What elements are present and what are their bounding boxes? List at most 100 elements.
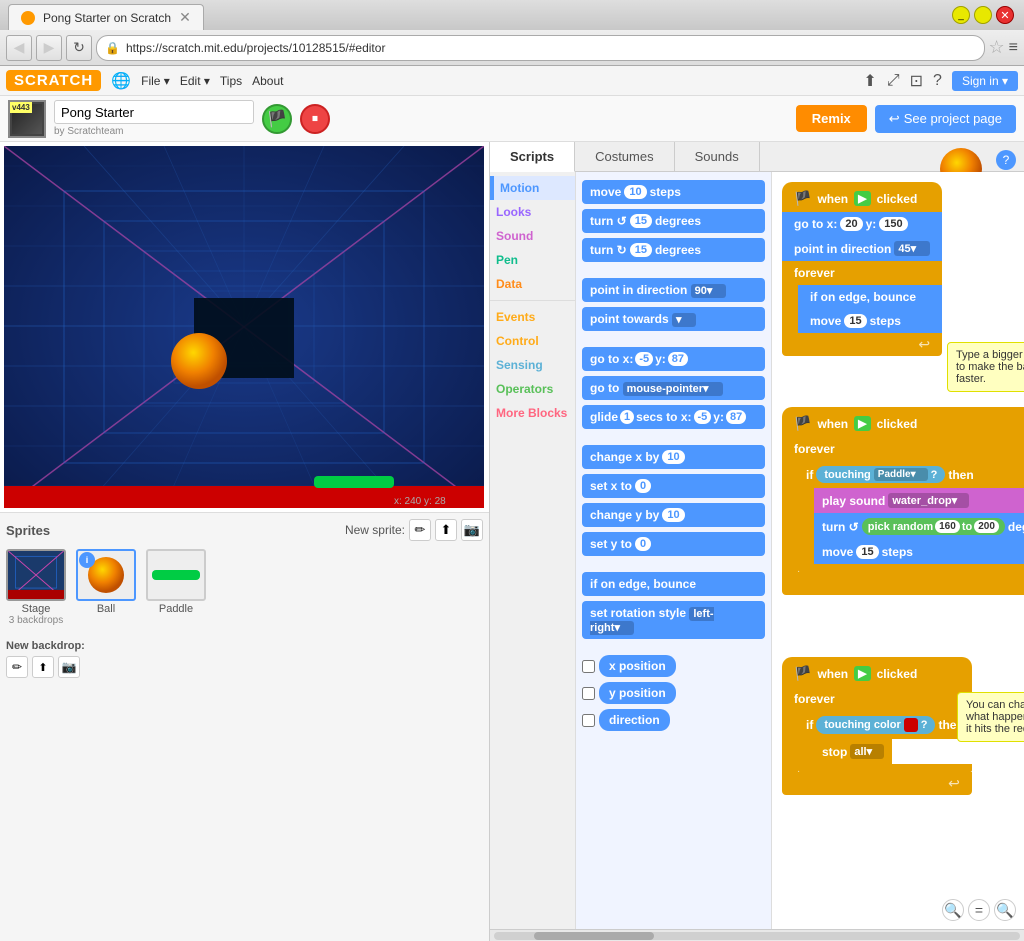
paddle-sprite-item[interactable]: Paddle (146, 549, 206, 615)
category-sound[interactable]: Sound (490, 224, 575, 248)
fullscreen-icon[interactable]: ⤢ (887, 72, 900, 90)
zoom-controls: 🔍 = 🔍 (942, 899, 1016, 921)
tab-costumes[interactable]: Costumes (575, 142, 675, 171)
sign-in-button[interactable]: Sign in ▾ (952, 71, 1018, 91)
zoom-out-button[interactable]: 🔍 (994, 899, 1016, 921)
flag-hat-icon-1: 🏴 (794, 190, 811, 207)
lock-icon: 🔒 (105, 41, 120, 55)
menu-file[interactable]: File ▾ (141, 74, 170, 88)
camera-sprite-button[interactable]: 📷 (461, 519, 483, 541)
block-goto-mouse[interactable]: go to mouse-pointer▾ (582, 376, 765, 400)
help-button[interactable]: ? (996, 150, 1016, 170)
upload-icon[interactable]: ⬆ (863, 71, 876, 91)
see-project-button[interactable]: ↩ See project page (875, 105, 1016, 133)
categories-panel: Motion Looks Sound Pen Data Events Contr… (490, 172, 576, 929)
tab-scripts[interactable]: Scripts (490, 142, 575, 172)
category-operators[interactable]: Operators (490, 377, 575, 401)
y-position-check[interactable] (582, 687, 595, 700)
camera-backdrop-button[interactable]: 📷 (58, 656, 80, 678)
help-icon[interactable]: ? (933, 72, 942, 90)
block-point-direction[interactable]: point in direction 90▾ (582, 278, 765, 302)
tab-favicon (21, 11, 35, 25)
block-glide[interactable]: glide 1 secs to x: -5 y: 87 (582, 405, 765, 429)
category-sensing[interactable]: Sensing (490, 353, 575, 377)
stop-button[interactable]: ⏹ (300, 104, 330, 134)
see-project-icon: ↩ (889, 111, 900, 127)
new-backdrop-label: New backdrop: (6, 640, 85, 652)
block-change-y[interactable]: change y by 10 (582, 503, 765, 527)
block-move-steps[interactable]: move 10 steps (582, 180, 765, 204)
sprites-title: Sprites (6, 523, 50, 538)
tab-title: Pong Starter on Scratch (43, 11, 171, 25)
paddle-sprite-name: Paddle (159, 603, 193, 615)
blocks-list: move 10 steps turn ↺ 15 degrees turn ↻ 1… (576, 172, 772, 929)
project-author: by Scratchteam (54, 126, 254, 137)
stage-area: x: 240 y: 28 (4, 146, 484, 508)
browser-tab[interactable]: Pong Starter on Scratch ✕ (8, 4, 204, 30)
upload-sprite-button[interactable]: ⬆ (435, 519, 457, 541)
stage-backdrops: 3 backdrops (9, 615, 63, 626)
bookmark-icon[interactable]: ☆ (989, 37, 1005, 58)
block-goto-xy[interactable]: go to x: -5 y: 87 (582, 347, 765, 371)
zoom-in-button[interactable]: 🔍 (942, 899, 964, 921)
new-sprite-label: New sprite: (345, 523, 405, 537)
block-change-x[interactable]: change x by 10 (582, 445, 765, 469)
direction-check[interactable] (582, 714, 595, 727)
minimize-button[interactable]: _ (952, 6, 970, 24)
block-turn-ccw[interactable]: turn ↺ 15 degrees (582, 209, 765, 233)
scratch-logo[interactable]: SCRATCH (6, 70, 101, 91)
script-canvas[interactable]: 🏴 when ▶ clicked go to x: 20 y: 150 (772, 172, 1024, 929)
green-flag-button[interactable]: 🏴 (262, 104, 292, 134)
tab-close-icon[interactable]: ✕ (179, 9, 191, 26)
upload-backdrop-button[interactable]: ⬆ (32, 656, 54, 678)
flag-icon: 🏴 (267, 109, 287, 129)
stage-name: Stage (22, 603, 51, 615)
stage-svg: x: 240 y: 28 (4, 146, 484, 508)
tab-sounds[interactable]: Sounds (675, 142, 760, 171)
menu-icon[interactable]: ≡ (1009, 39, 1018, 57)
block-x-position[interactable]: x position (599, 655, 676, 677)
address-bar-text[interactable]: https://scratch.mit.edu/projects/1012851… (126, 41, 976, 55)
script-scrollbar[interactable] (490, 929, 1024, 941)
menu-about[interactable]: About (252, 74, 283, 88)
reload-button[interactable]: ↻ (66, 35, 92, 61)
globe-icon[interactable]: 🌐 (111, 71, 131, 91)
menu-edit[interactable]: Edit ▾ (180, 74, 210, 88)
stop-icon: ⏹ (312, 111, 318, 126)
category-looks[interactable]: Looks (490, 200, 575, 224)
block-set-y[interactable]: set y to 0 (582, 532, 765, 556)
category-events[interactable]: Events (490, 305, 575, 329)
block-turn-cw[interactable]: turn ↻ 15 degrees (582, 238, 765, 262)
paint-sprite-button[interactable]: ✏ (409, 519, 431, 541)
theater-icon[interactable]: ⊡ (910, 71, 923, 91)
category-pen[interactable]: Pen (490, 248, 575, 272)
script-note-1: Type a bigger number to make the ball go… (947, 342, 1024, 392)
paint-backdrop-button[interactable]: ✏ (6, 656, 28, 678)
script-group-2: 🏴 when ▶ clicked forever (782, 407, 1024, 595)
block-direction[interactable]: direction (599, 709, 670, 731)
ball-sprite-name: Ball (97, 603, 115, 615)
menu-tips[interactable]: Tips (220, 74, 242, 88)
category-motion[interactable]: Motion (490, 176, 575, 200)
block-y-position[interactable]: y position (599, 682, 676, 704)
block-point-towards[interactable]: point towards ▾ (582, 307, 765, 331)
block-if-on-edge[interactable]: if on edge, bounce (582, 572, 765, 596)
block-set-x[interactable]: set x to 0 (582, 474, 765, 498)
zoom-reset-button[interactable]: = (968, 899, 990, 921)
block-rotation-style[interactable]: set rotation style left-right▾ (582, 601, 765, 639)
script-group-3: 🏴 when ▶ clicked forever if touching col… (782, 657, 972, 795)
remix-button[interactable]: Remix (796, 105, 867, 132)
maximize-button[interactable] (974, 6, 992, 24)
flag-icon-1: ▶ (854, 191, 870, 206)
stage-sprite-item[interactable]: Stage 3 backdrops (6, 549, 66, 626)
forward-button[interactable]: ▶ (36, 35, 62, 61)
project-name-input[interactable] (54, 100, 254, 124)
category-control[interactable]: Control (490, 329, 575, 353)
ball-sprite-item[interactable]: i (76, 549, 136, 615)
category-data[interactable]: Data (490, 272, 575, 296)
sprite-thumbnail: v443 (8, 100, 46, 138)
x-position-check[interactable] (582, 660, 595, 673)
close-button[interactable]: ✕ (996, 6, 1014, 24)
category-more-blocks[interactable]: More Blocks (490, 401, 575, 425)
back-button[interactable]: ◀ (6, 35, 32, 61)
